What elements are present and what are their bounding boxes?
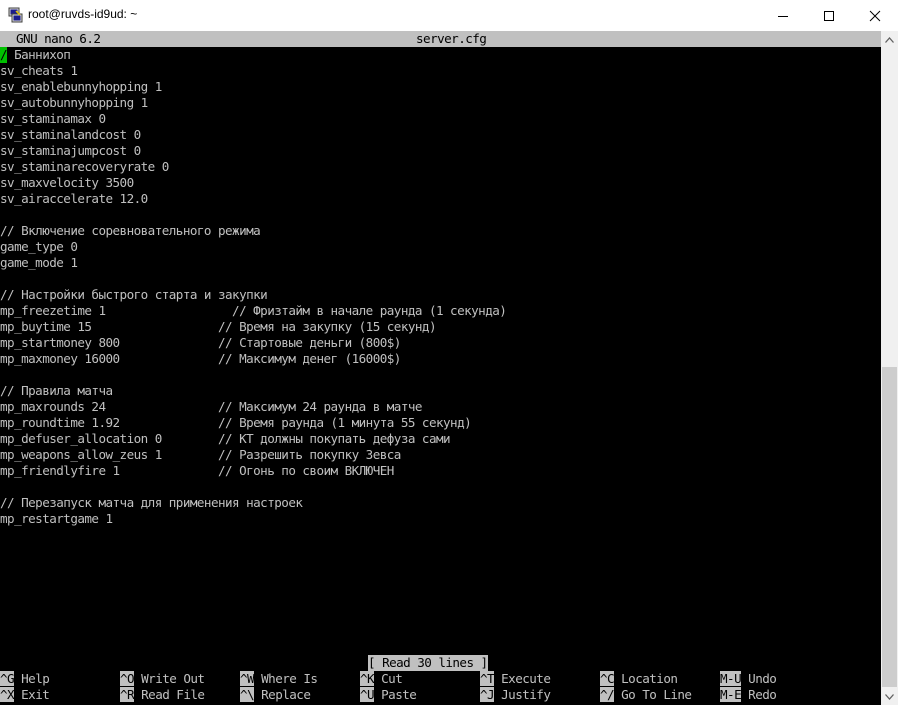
arrow-down-icon bbox=[885, 693, 894, 700]
shortcut-key: ^G bbox=[0, 671, 15, 686]
shortcut-replace[interactable]: ^\ Replace bbox=[240, 687, 311, 703]
shortcut-label: Execute bbox=[501, 671, 551, 686]
shortcut-location[interactable]: ^C Location bbox=[600, 671, 678, 687]
editor-line: mp_defuser_allocation 0 // КТ должны пок… bbox=[0, 431, 451, 446]
editor-line: mp_startmoney 800 // Стартовые деньги (8… bbox=[0, 335, 401, 350]
editor-line: sv_staminalandcost 0 bbox=[0, 127, 141, 142]
editor-line: sv_airaccelerate 12.0 bbox=[0, 191, 148, 206]
shortcut-cut[interactable]: ^K Cut bbox=[360, 671, 403, 687]
nano-filename: server.cfg bbox=[416, 31, 487, 46]
arrow-up-icon bbox=[885, 36, 894, 43]
editor-line: // Включение соревновательного режима bbox=[0, 223, 261, 238]
terminal-screen[interactable]: GNU nano 6.2 server.cfg / Баннихоп sv_che… bbox=[0, 31, 881, 705]
shortcut-label: Cut bbox=[381, 671, 403, 686]
shortcut-key: ^/ bbox=[600, 687, 615, 702]
shortcut-justify[interactable]: ^J Justify bbox=[480, 687, 551, 703]
shortcut-key: ^U bbox=[360, 687, 375, 702]
shortcut-paste[interactable]: ^U Paste bbox=[360, 687, 417, 703]
shortcut-read-file[interactable]: ^R Read File bbox=[120, 687, 205, 703]
shortcut-label: Location bbox=[621, 671, 678, 686]
editor-line: sv_maxvelocity 3500 bbox=[0, 175, 134, 190]
window-titlebar[interactable]: root@ruvds-id9ud: ~ bbox=[0, 0, 898, 31]
shortcut-key: M-U bbox=[720, 671, 742, 686]
minimize-icon bbox=[778, 15, 788, 17]
shortcut-key: ^J bbox=[480, 687, 495, 702]
shortcut-label: Justify bbox=[501, 687, 551, 702]
editor-line: sv_staminajumpcost 0 bbox=[0, 143, 141, 158]
shortcut-label: Paste bbox=[381, 687, 417, 702]
close-button[interactable] bbox=[852, 0, 898, 31]
editor-line: sv_cheats 1 bbox=[0, 63, 78, 78]
editor-line: / Баннихоп bbox=[0, 47, 71, 63]
editor-line: mp_maxmoney 16000 // Максимум денег (160… bbox=[0, 351, 401, 366]
shortcut-key: ^X bbox=[0, 687, 15, 702]
editor-line: // Перезапуск матча для применения настр… bbox=[0, 495, 303, 510]
putty-terminal-icon bbox=[8, 7, 23, 23]
shortcut-undo[interactable]: M-U Undo bbox=[720, 671, 777, 687]
scroll-thumb[interactable] bbox=[882, 367, 897, 687]
shortcut-write-out[interactable]: ^O Write Out bbox=[120, 671, 205, 687]
shortcut-label: Replace bbox=[261, 687, 311, 702]
editor-line: // Настройки быстрого старта и закупки bbox=[0, 287, 268, 302]
editor-line: mp_roundtime 1.92 // Время раунда (1 мин… bbox=[0, 415, 472, 430]
editor-line: mp_buytime 15 // Время на закупку (15 се… bbox=[0, 319, 437, 334]
editor-line: sv_staminamax 0 bbox=[0, 111, 106, 126]
shortcut-label: Exit bbox=[21, 687, 50, 702]
scroll-up-button[interactable] bbox=[881, 31, 898, 48]
editor-line: sv_autobunnyhopping 1 bbox=[0, 95, 148, 110]
editor-line: mp_freezetime 1 // Фризтайм в начале рау… bbox=[0, 303, 507, 318]
shortcut-redo[interactable]: M-E Redo bbox=[720, 687, 777, 703]
shortcut-key: ^O bbox=[120, 671, 135, 686]
shortcut-label: Read File bbox=[141, 687, 205, 702]
shortcut-execute[interactable]: ^T Execute bbox=[480, 671, 551, 687]
nano-version: GNU nano 6.2 bbox=[16, 31, 101, 46]
minimize-button[interactable] bbox=[760, 0, 806, 31]
editor-line: game_mode 1 bbox=[0, 255, 78, 270]
editor-line-text: Баннихоп bbox=[7, 47, 71, 62]
maximize-icon bbox=[824, 10, 834, 21]
shortcut-where-is[interactable]: ^W Where Is bbox=[240, 671, 318, 687]
vertical-scrollbar[interactable] bbox=[881, 31, 898, 705]
editor-line: sv_enablebunnyhopping 1 bbox=[0, 79, 162, 94]
maximize-button[interactable] bbox=[806, 0, 852, 31]
editor-line: mp_restartgame 1 bbox=[0, 511, 113, 526]
status-message: [ Read 30 lines ] bbox=[368, 655, 488, 671]
editor-line: sv_staminarecoveryrate 0 bbox=[0, 159, 169, 174]
editor-line: mp_weapons_allow_zeus 1 // Разрешить пок… bbox=[0, 447, 401, 462]
window-title: root@ruvds-id9ud: ~ bbox=[28, 7, 138, 21]
scroll-down-button[interactable] bbox=[881, 688, 898, 705]
shortcut-exit[interactable]: ^X Exit bbox=[0, 687, 50, 703]
shortcut-label: Go To Line bbox=[621, 687, 692, 702]
shortcut-key: ^W bbox=[240, 671, 255, 686]
close-icon bbox=[869, 10, 881, 21]
editor-line: mp_maxrounds 24 // Максимум 24 раунда в … bbox=[0, 399, 422, 414]
shortcut-label: Help bbox=[21, 671, 50, 686]
shortcut-label: Where Is bbox=[261, 671, 318, 686]
editor-line: // Правила матча bbox=[0, 383, 113, 398]
text-cursor: / bbox=[0, 47, 8, 63]
editor-line: mp_friendlyfire 1 // Огонь по своим ВКЛЮ… bbox=[0, 463, 394, 478]
shortcut-go-to-line[interactable]: ^/ Go To Line bbox=[600, 687, 692, 703]
shortcut-label: Undo bbox=[748, 671, 777, 686]
shortcut-label: Write Out bbox=[141, 671, 205, 686]
shortcut-key: ^C bbox=[600, 671, 615, 686]
shortcut-key: ^K bbox=[360, 671, 375, 686]
shortcut-key: ^R bbox=[120, 687, 135, 702]
editor-line: game_type 0 bbox=[0, 239, 78, 254]
shortcut-key: ^\ bbox=[240, 687, 255, 702]
shortcut-label: Redo bbox=[748, 687, 777, 702]
shortcut-help[interactable]: ^G Help bbox=[0, 671, 50, 687]
shortcut-key: M-E bbox=[720, 687, 742, 702]
nano-header-bar: GNU nano 6.2 server.cfg bbox=[0, 31, 881, 47]
shortcut-key: ^T bbox=[480, 671, 495, 686]
